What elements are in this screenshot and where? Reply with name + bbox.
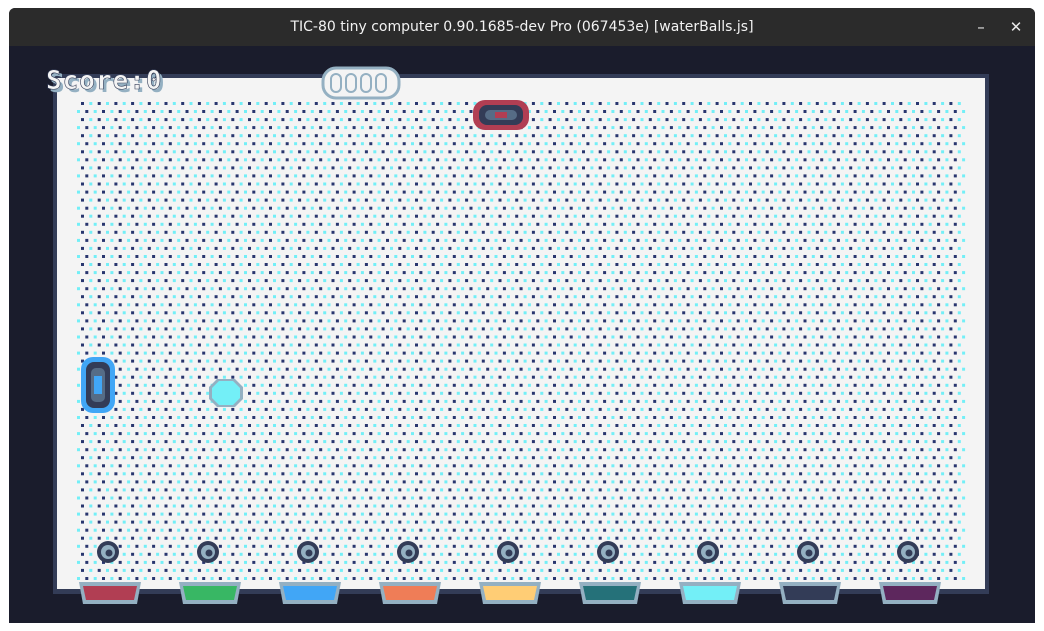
game-screen[interactable]: Score:0 Score:0 <box>9 46 1035 623</box>
close-button[interactable]: ✕ <box>1004 15 1028 39</box>
bucket-red <box>79 582 141 604</box>
peg-icon <box>397 541 419 563</box>
window-title: TIC-80 tiny computer 0.90.1685-dev Pro (… <box>290 19 754 35</box>
bucket-navy <box>779 582 841 604</box>
peg-icon <box>697 541 719 563</box>
peg-icon <box>297 541 319 563</box>
horizontal-portal-icon <box>473 100 529 130</box>
lives-capsule-icon <box>321 66 401 100</box>
vertical-portal-icon <box>81 357 115 413</box>
peg-icon <box>97 541 119 563</box>
peg-icon <box>897 541 919 563</box>
board <box>57 78 985 589</box>
peg-icon <box>597 541 619 563</box>
bucket-purple <box>879 582 941 604</box>
bucket-orange <box>379 582 441 604</box>
game-canvas[interactable]: Score:0 Score:0 <box>9 46 1035 623</box>
app-window: TIC-80 tiny computer 0.90.1685-dev Pro (… <box>9 8 1035 623</box>
peg-icon <box>497 541 519 563</box>
bucket-teal <box>579 582 641 604</box>
peg-icon <box>797 541 819 563</box>
peg-icon <box>197 541 219 563</box>
bucket-green <box>179 582 241 604</box>
bucket-blue <box>279 582 341 604</box>
score-label: Score:0 <box>46 66 163 96</box>
score-display: Score:0 Score:0 <box>46 66 165 99</box>
bucket-row <box>79 582 941 604</box>
bucket-cyan <box>679 582 741 604</box>
minimize-button[interactable]: – <box>969 15 993 39</box>
water-ball <box>209 379 243 407</box>
bucket-yellow <box>479 582 541 604</box>
title-bar[interactable]: TIC-80 tiny computer 0.90.1685-dev Pro (… <box>9 8 1035 46</box>
